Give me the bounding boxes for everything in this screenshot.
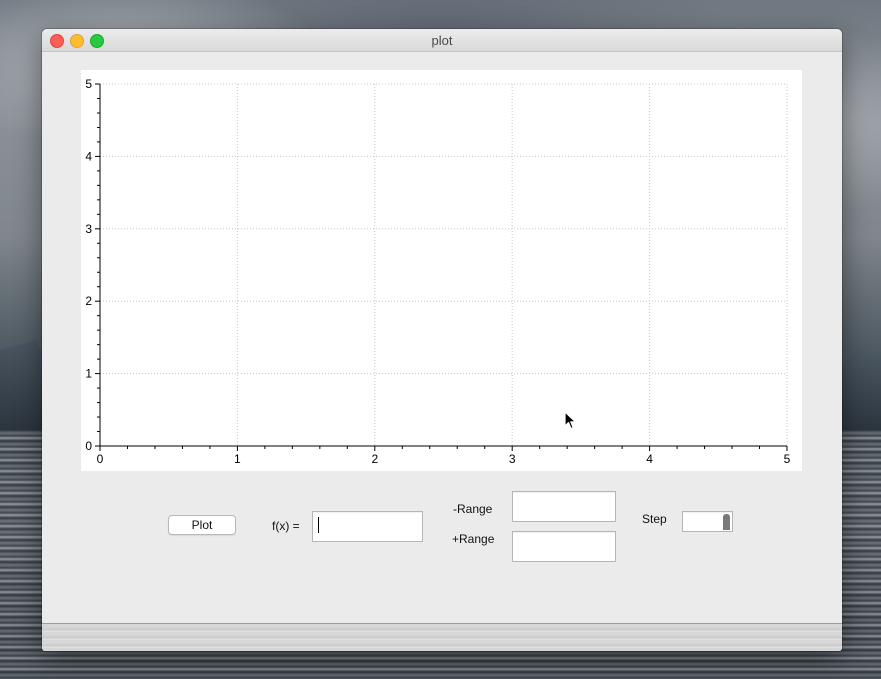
plot-area: 0 1 2 3 4 5 0 1 2 3 4 5 <box>81 70 802 471</box>
y-tick-label: 4 <box>85 149 92 163</box>
y-tick-label: 0 <box>85 439 92 453</box>
fx-label: f(x) = <box>272 519 300 533</box>
plot-window: plot 0 1 2 3 4 5 0 1 2 3 4 5 Plot f(x) = -Range +Ra… <box>42 29 842 651</box>
x-tick-label: 3 <box>509 452 516 466</box>
window-title: plot <box>431 33 453 48</box>
neg-range-input[interactable] <box>512 491 616 522</box>
x-tick-label: 4 <box>646 452 653 466</box>
y-tick-label: 1 <box>85 367 92 381</box>
title-bar[interactable]: plot <box>42 29 842 52</box>
text-caret <box>318 517 319 533</box>
y-tick-label: 2 <box>85 294 92 308</box>
x-tick-label: 0 <box>97 452 104 466</box>
y-tick-label: 5 <box>85 77 92 91</box>
x-tick-label: 1 <box>234 452 241 466</box>
plot-button[interactable]: Plot <box>168 515 236 535</box>
step-label: Step <box>642 512 667 526</box>
pos-range-label: +Range <box>452 532 495 546</box>
x-tick-label: 5 <box>784 452 791 466</box>
x-tick-label: 2 <box>371 452 378 466</box>
y-tick-label: 3 <box>85 222 92 236</box>
plot-chart: 0 1 2 3 4 5 0 1 2 3 4 5 <box>85 77 791 466</box>
bottom-status-bar <box>42 623 842 651</box>
fx-input[interactable] <box>312 511 423 542</box>
arrow-cursor-icon <box>564 411 577 430</box>
step-slider-handle[interactable] <box>723 514 730 530</box>
neg-range-label: -Range <box>453 502 493 516</box>
pos-range-input[interactable] <box>512 531 616 562</box>
step-input[interactable] <box>682 511 733 532</box>
